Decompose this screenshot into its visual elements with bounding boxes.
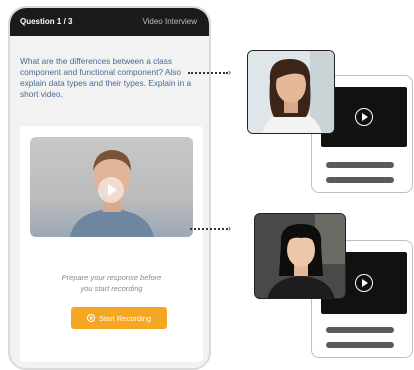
start-recording-button[interactable]: Start Recording (71, 307, 167, 329)
text-placeholder-bar (326, 162, 394, 168)
record-icon (86, 314, 95, 322)
text-placeholder-bar (326, 342, 394, 348)
play-icon[interactable] (355, 274, 373, 292)
start-recording-label: Start Recording (98, 313, 152, 323)
candidate-photo-1 (247, 50, 335, 134)
arrow-top-icon: › (228, 67, 231, 77)
text-placeholder-bar (326, 177, 394, 183)
connector-top (188, 72, 228, 74)
arrow-bottom-icon: › (228, 223, 231, 233)
question-text: What are the differences between a class… (20, 56, 192, 99)
phone-frame: Question 1 / 3 Video Interview What are … (8, 6, 211, 370)
prepare-line-2: you start recording (80, 284, 143, 293)
prepare-line-1: Prepare your response before (61, 273, 162, 282)
candidate-video[interactable] (30, 137, 193, 237)
play-icon[interactable] (355, 108, 373, 126)
play-icon[interactable] (98, 177, 124, 203)
mode-label: Video Interview (142, 17, 197, 26)
prepare-instructions: Prepare your response before you start r… (20, 272, 203, 294)
top-bar: Question 1 / 3 Video Interview (10, 8, 209, 36)
connector-bottom (190, 228, 228, 230)
question-counter: Question 1 / 3 (20, 17, 73, 26)
text-placeholder-bar (326, 327, 394, 333)
recording-card: Prepare your response before you start r… (20, 126, 203, 362)
candidate-photo-2 (254, 213, 346, 299)
